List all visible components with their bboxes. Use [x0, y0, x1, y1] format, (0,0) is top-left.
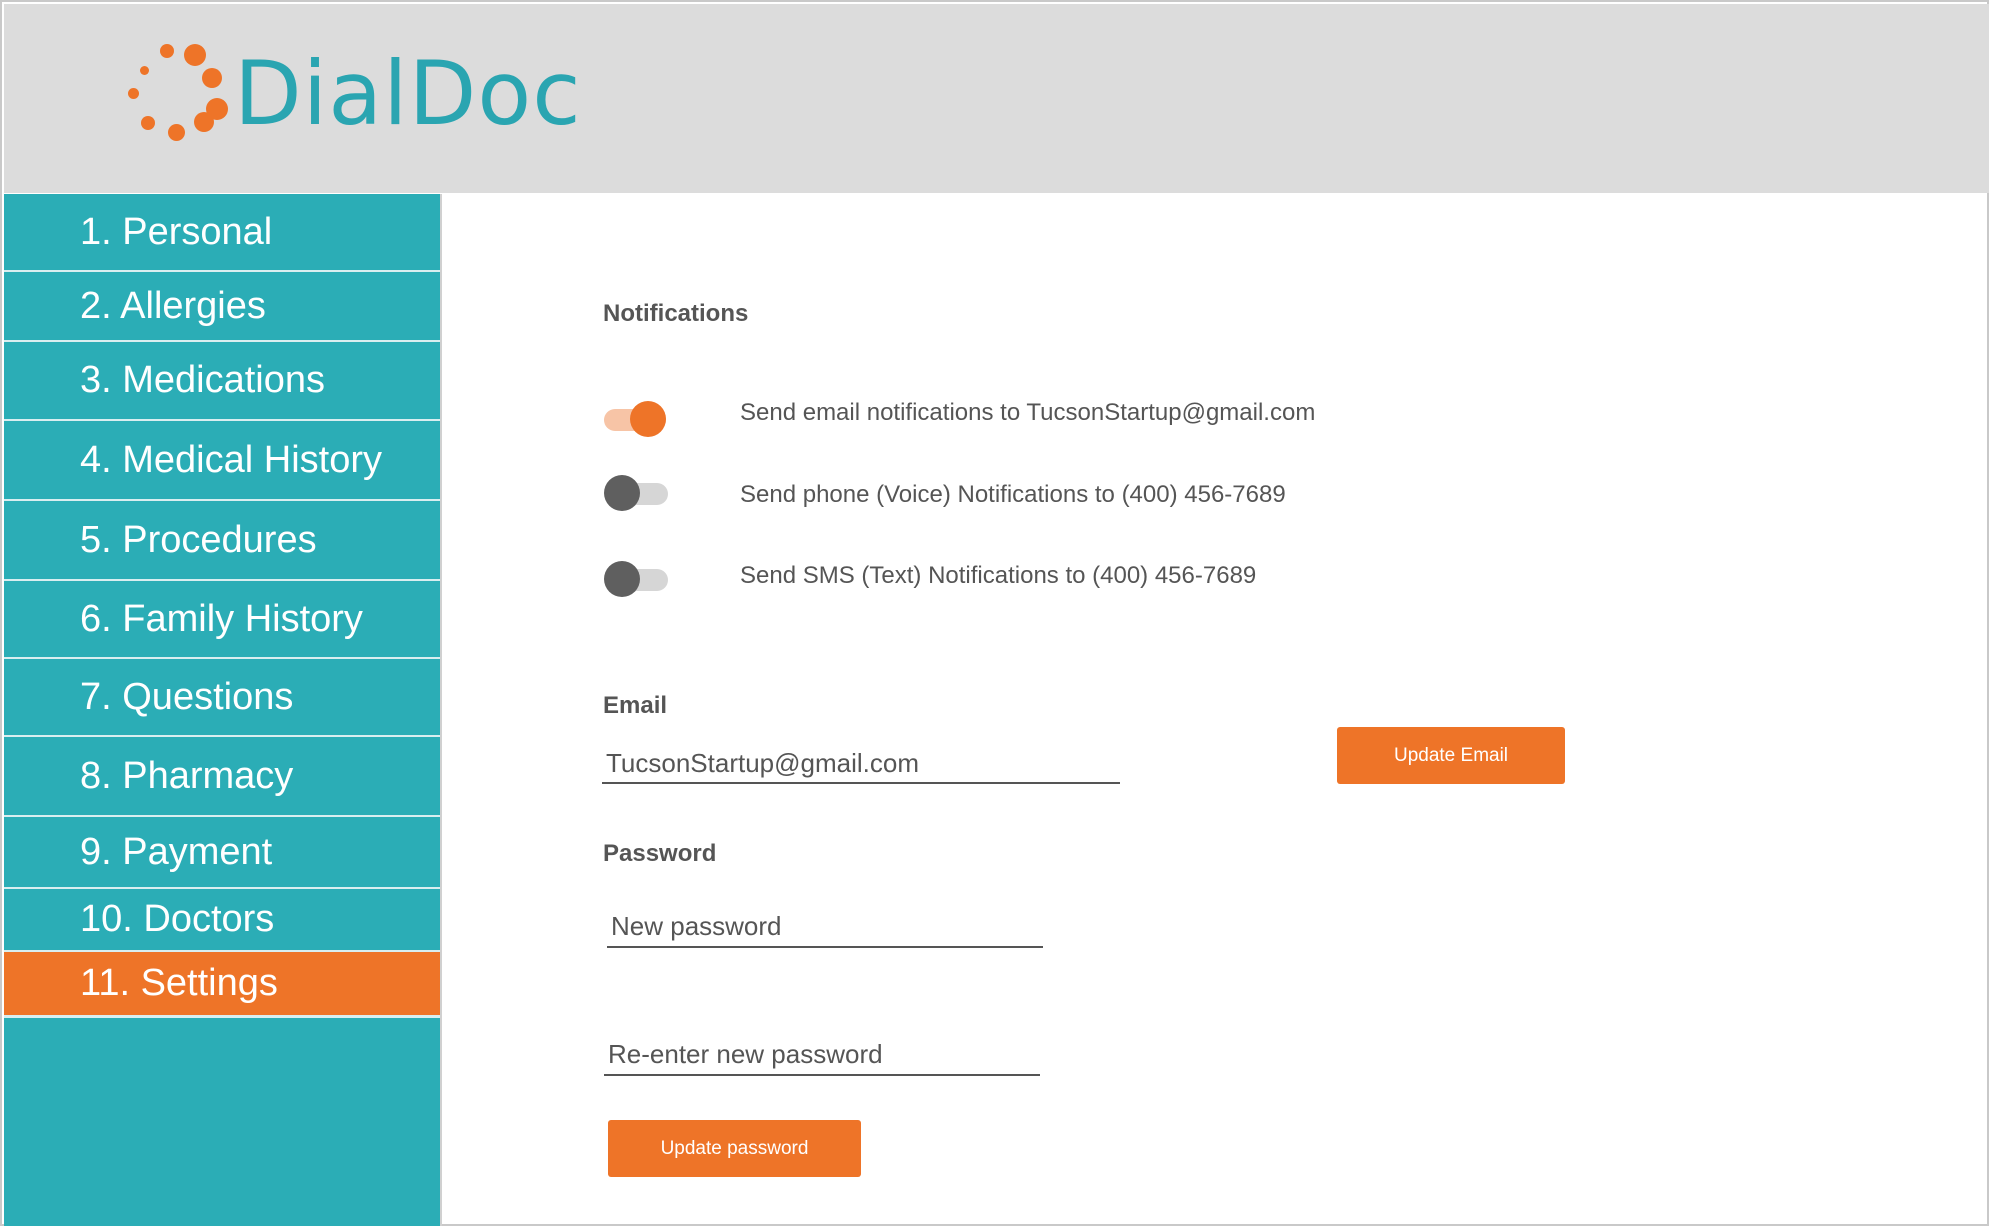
app-window: DialDoc 1. Personal 2. Allergies 3. Medi…: [0, 0, 1989, 1226]
sidebar-item-payment[interactable]: 9. Payment: [4, 817, 440, 889]
logo: DialDoc: [124, 40, 581, 150]
sidebar-item-medical-history[interactable]: 4. Medical History: [4, 421, 440, 501]
content-divider: [440, 194, 442, 1226]
sms-notification-toggle[interactable]: [604, 559, 670, 599]
sidebar-item-procedures[interactable]: 5. Procedures: [4, 501, 440, 581]
update-email-button[interactable]: Update Email: [1337, 727, 1565, 784]
sidebar-item-label: 2. Allergies: [80, 284, 266, 327]
sidebar-item-questions[interactable]: 7. Questions: [4, 659, 440, 737]
sidebar-item-settings[interactable]: 11. Settings: [4, 952, 440, 1018]
sidebar-item-label: 11. Settings: [80, 962, 278, 1004]
sidebar-item-label: 9. Payment: [80, 830, 273, 873]
email-notification-toggle[interactable]: [602, 399, 668, 439]
new-password-field[interactable]: [607, 910, 1043, 948]
sidebar-item-family-history[interactable]: 6. Family History: [4, 581, 440, 659]
sidebar: 1. Personal 2. Allergies 3. Medications …: [4, 194, 440, 1226]
sidebar-item-label: 7. Questions: [80, 675, 294, 718]
sidebar-item-pharmacy[interactable]: 8. Pharmacy: [4, 737, 440, 817]
email-field[interactable]: [602, 748, 1120, 784]
logo-text: DialDoc: [234, 42, 582, 145]
sidebar-item-label: 6. Family History: [80, 597, 363, 640]
header: DialDoc: [4, 4, 1989, 193]
sidebar-item-label: 4. Medical History: [80, 438, 382, 481]
sidebar-item-doctors[interactable]: 10. Doctors: [4, 889, 440, 952]
voice-notification-label: Send phone (Voice) Notifications to (400…: [740, 481, 1286, 508]
email-section-title: Email: [603, 692, 668, 719]
sidebar-item-label: 10. Doctors: [80, 898, 275, 940]
sidebar-item-label: 1. Personal: [80, 210, 273, 253]
sidebar-item-personal[interactable]: 1. Personal: [4, 194, 440, 272]
voice-notification-toggle[interactable]: [604, 473, 670, 513]
confirm-password-field[interactable]: [604, 1038, 1040, 1076]
sidebar-item-medications[interactable]: 3. Medications: [4, 342, 440, 421]
notifications-title: Notifications: [603, 300, 749, 327]
sidebar-item-label: 8. Pharmacy: [80, 754, 294, 797]
sidebar-item-allergies[interactable]: 2. Allergies: [4, 272, 440, 342]
password-section-title: Password: [603, 840, 717, 867]
sidebar-item-label: 3. Medications: [80, 359, 326, 401]
sidebar-item-label: 5. Procedures: [80, 518, 317, 561]
sms-notification-label: Send SMS (Text) Notifications to (400) 4…: [740, 562, 1257, 589]
email-notification-label: Send email notifications to TucsonStartu…: [740, 399, 1316, 426]
logo-dots-icon: [124, 40, 234, 150]
update-password-button[interactable]: Update password: [608, 1120, 861, 1177]
